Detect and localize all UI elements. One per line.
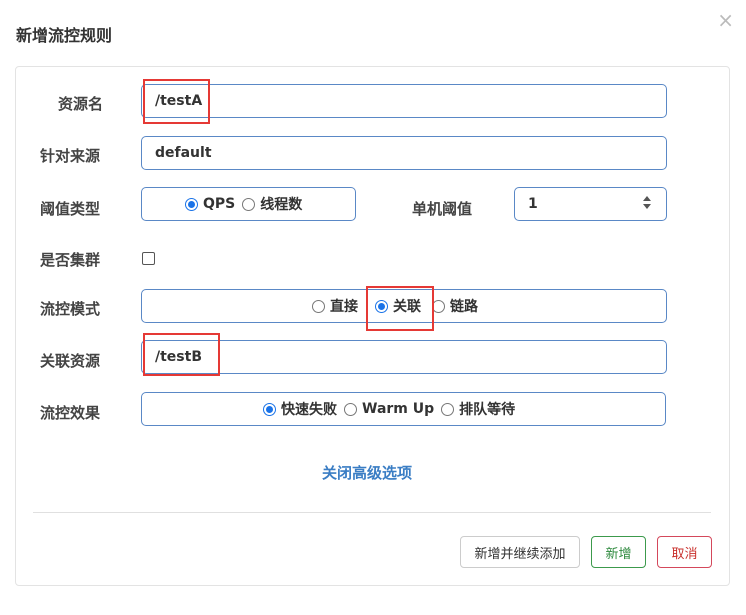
threshold-type-qps[interactable]: QPS <box>185 196 235 212</box>
footer-divider <box>33 512 711 513</box>
effect-warm-up[interactable]: Warm Up <box>344 401 434 417</box>
control-effect-group: 快速失败 Warm Up 排队等待 <box>141 392 666 426</box>
dialog-title: 新增流控规则 <box>16 26 113 45</box>
radio-unchecked-icon <box>312 299 325 313</box>
radio-unchecked-icon <box>242 197 256 211</box>
flow-mode-direct[interactable]: 直接 <box>312 296 358 316</box>
cluster-mode-checkbox[interactable] <box>142 252 155 265</box>
flow-mode-chain[interactable]: 链路 <box>432 296 478 316</box>
flow-mode-relate[interactable]: 关联 <box>375 296 421 316</box>
number-stepper-icon[interactable] <box>642 196 652 212</box>
cancel-button[interactable]: 取消 <box>657 536 712 568</box>
effect-fast-fail[interactable]: 快速失败 <box>263 399 337 419</box>
radio-checked-icon <box>185 197 198 211</box>
limit-app-label: 针对来源 <box>40 147 101 165</box>
single-threshold-value: 1 <box>528 196 538 212</box>
related-resource-label: 关联资源 <box>40 352 101 370</box>
toggle-advanced-link[interactable]: 关闭高级选项 <box>322 462 412 483</box>
effect-queue-label: 排队等待 <box>459 402 516 418</box>
threshold-type-qps-label: QPS <box>203 196 236 212</box>
threshold-type-thread-label: 线程数 <box>260 197 303 213</box>
effect-queue[interactable]: 排队等待 <box>441 399 515 419</box>
effect-warm-up-label: Warm Up <box>362 401 435 417</box>
threshold-type-thread[interactable]: 线程数 <box>242 194 302 214</box>
add-and-continue-button[interactable]: 新增并继续添加 <box>460 536 580 568</box>
limit-app-input[interactable]: default <box>141 136 667 170</box>
resource-name-label: 资源名 <box>58 95 104 113</box>
radio-checked-icon <box>263 402 276 416</box>
cluster-mode-label: 是否集群 <box>40 251 101 269</box>
radio-unchecked-icon <box>344 402 357 416</box>
threshold-type-label: 阈值类型 <box>40 200 101 218</box>
flow-mode-group: 直接 关联 链路 <box>141 289 667 323</box>
radio-unchecked-icon <box>441 402 455 416</box>
control-effect-label: 流控效果 <box>40 404 101 422</box>
radio-unchecked-icon <box>432 299 445 313</box>
flow-mode-relate-label: 关联 <box>393 299 421 315</box>
flow-mode-label: 流控模式 <box>40 300 101 318</box>
single-threshold-input[interactable]: 1 <box>514 187 667 221</box>
flow-mode-direct-label: 直接 <box>330 299 358 315</box>
radio-checked-icon <box>375 299 388 313</box>
resource-name-input[interactable]: /testA <box>141 84 667 118</box>
effect-fast-fail-label: 快速失败 <box>281 402 337 418</box>
threshold-type-group: QPS 线程数 <box>141 187 356 221</box>
single-threshold-label: 单机阈值 <box>412 200 473 218</box>
flow-mode-chain-label: 链路 <box>450 299 478 315</box>
add-button[interactable]: 新增 <box>591 536 646 568</box>
close-icon[interactable]: × <box>717 10 734 30</box>
flow-rule-dialog: 新增流控规则 × 资源名 /testA 针对来源 default 阈值类型 QP… <box>0 0 746 615</box>
related-resource-input[interactable]: /testB <box>141 340 667 374</box>
